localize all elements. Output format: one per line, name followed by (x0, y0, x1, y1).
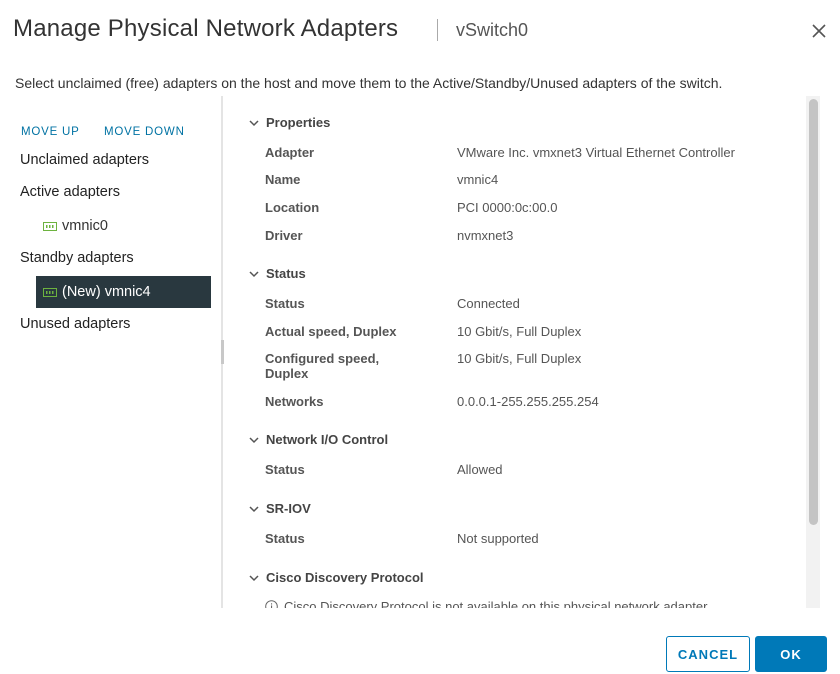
prop-value: PCI 0000:0c:00.0 (457, 200, 558, 215)
section-title: SR-IOV (266, 501, 311, 516)
close-button[interactable] (808, 20, 830, 42)
group-active-adapters[interactable]: Active adapters (20, 184, 120, 200)
prop-key: Location (265, 200, 320, 215)
prop-key: Driver (265, 228, 303, 243)
scrollbar-thumb[interactable] (809, 99, 818, 525)
section-cdp-toggle[interactable]: Cisco Discovery Protocol (248, 570, 424, 585)
group-standby-adapters[interactable]: Standby adapters (20, 250, 134, 266)
network-adapter-icon (43, 287, 57, 297)
prop-key: Status (265, 462, 305, 477)
prop-value: nvmxnet3 (457, 228, 514, 243)
prop-key: Adapter (265, 145, 315, 160)
info-text: Cisco Discovery Protocol is not availabl… (284, 599, 708, 608)
adapter-item-vmnic4-selected[interactable]: (New) vmnic4 (36, 276, 211, 308)
chevron-down-icon (249, 574, 259, 581)
section-title: Properties (266, 115, 331, 130)
section-properties-toggle[interactable]: Properties (248, 115, 330, 130)
prop-value: Allowed (457, 462, 503, 477)
section-status-toggle[interactable]: Status (248, 266, 306, 281)
ok-button[interactable]: OK (755, 636, 827, 672)
section-sriov-toggle[interactable]: SR-IOV (248, 501, 311, 516)
group-unused-adapters[interactable]: Unused adapters (20, 316, 130, 332)
prop-value: VMware Inc. vmxnet3 Virtual Ethernet Con… (457, 145, 735, 160)
adapter-details-panel: Properties Adapter VMware Inc. vmxnet3 V… (224, 96, 824, 608)
prop-value: 10 Gbit/s, Full Duplex (457, 351, 582, 366)
section-title: Cisco Discovery Protocol (266, 570, 424, 585)
dialog-title: Manage Physical Network Adapters (13, 15, 399, 42)
adapter-label: (New) vmnic4 (62, 284, 151, 300)
move-up-button[interactable]: MOVE UP (21, 126, 80, 138)
switch-name: vSwitch0 (456, 20, 529, 40)
prop-value: 10 Gbit/s, Full Duplex (457, 324, 582, 339)
adapter-item-vmnic0[interactable]: vmnic0 (36, 210, 211, 242)
cdp-info-message: Cisco Discovery Protocol is not availabl… (265, 599, 707, 608)
instructions-text: Select unclaimed (free) adapters on the … (15, 75, 723, 91)
chevron-down-icon (249, 436, 259, 443)
move-down-button[interactable]: MOVE DOWN (104, 126, 185, 138)
dialog-header: Manage Physical Network Adapters vSwitch… (0, 0, 840, 62)
prop-value: 0.0.0.1-255.255.255.254 (457, 394, 599, 409)
chevron-down-icon (249, 270, 259, 277)
prop-key: Actual speed, Duplex (265, 324, 397, 339)
prop-value: Connected (457, 296, 520, 311)
network-adapter-icon (43, 221, 57, 231)
group-unclaimed-adapters[interactable]: Unclaimed adapters (20, 152, 149, 168)
prop-value: Not supported (457, 531, 539, 546)
section-title: Status (266, 266, 306, 281)
title-divider (437, 19, 438, 41)
section-nioc-toggle[interactable]: Network I/O Control (248, 432, 388, 447)
section-title: Network I/O Control (266, 432, 389, 447)
prop-key: Configured speed, Duplex (265, 351, 380, 381)
adapter-list-panel: MOVE UP MOVE DOWN Unclaimed adapters Act… (0, 96, 222, 608)
chevron-down-icon (249, 119, 259, 126)
prop-key: Status (265, 531, 305, 546)
chevron-down-icon (249, 505, 259, 512)
prop-key: Networks (265, 394, 324, 409)
close-icon (812, 24, 826, 38)
prop-key: Status (265, 296, 305, 311)
prop-key: Name (265, 172, 301, 187)
cancel-button[interactable]: CANCEL (666, 636, 750, 672)
prop-value: vmnic4 (457, 172, 499, 187)
info-icon (265, 600, 278, 608)
adapter-label: vmnic0 (62, 218, 108, 234)
